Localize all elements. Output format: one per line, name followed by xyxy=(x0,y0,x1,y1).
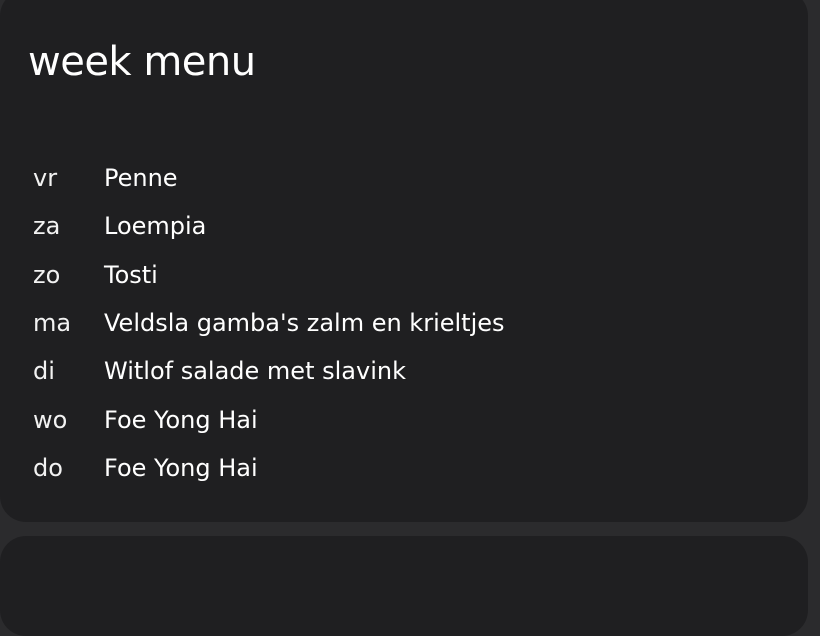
card-title: week menu xyxy=(28,39,256,85)
dish-label: Foe Yong Hai xyxy=(104,405,258,434)
menu-row-zo: zo Tosti xyxy=(33,251,505,299)
week-menu-list: vr Penne za Loempia zo Tosti ma Veldsla … xyxy=(33,154,505,492)
day-label: ma xyxy=(33,309,72,338)
menu-row-za: za Loempia xyxy=(33,202,505,250)
dish-label: Foe Yong Hai xyxy=(104,453,258,482)
day-label: vr xyxy=(33,164,58,193)
dish-label: Witlof salade met slavink xyxy=(104,357,406,386)
menu-row-ma: ma Veldsla gamba's zalm en krieltjes xyxy=(33,299,505,347)
dish-label: Tosti xyxy=(104,260,158,289)
menu-row-do: do Foe Yong Hai xyxy=(33,444,505,492)
menu-row-di: di Witlof salade met slavink xyxy=(33,347,505,395)
dish-label: Penne xyxy=(104,164,178,193)
day-label: zo xyxy=(33,260,61,289)
week-menu-card: week menu vr Penne za Loempia zo Tosti m… xyxy=(0,0,808,522)
dish-label: Veldsla gamba's zalm en krieltjes xyxy=(104,309,505,338)
day-label: do xyxy=(33,453,63,482)
menu-row-vr: vr Penne xyxy=(33,154,505,202)
menu-row-wo: wo Foe Yong Hai xyxy=(33,395,505,443)
dish-label: Loempia xyxy=(104,212,207,241)
day-label: za xyxy=(33,212,61,241)
day-label: wo xyxy=(33,405,68,434)
day-label: di xyxy=(33,357,55,386)
next-card xyxy=(0,536,808,636)
